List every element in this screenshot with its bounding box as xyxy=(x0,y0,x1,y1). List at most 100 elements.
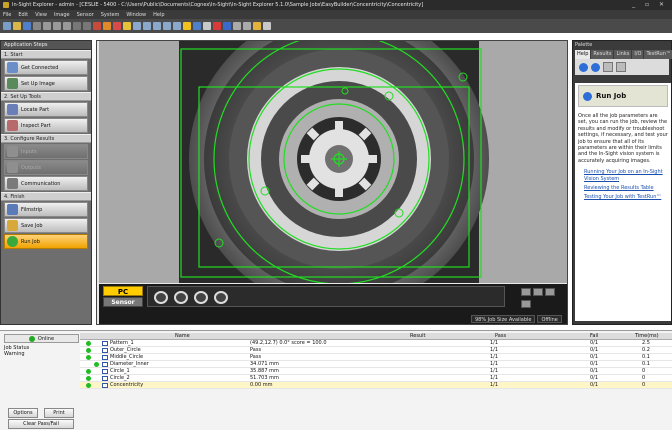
table-row[interactable]: Circle_2 51.703 mm 1/1 0/1 0 xyxy=(80,375,672,382)
table-row[interactable]: Concentricity 0.00 mm 1/1 0/1 0 xyxy=(80,382,672,389)
step-inputs[interactable]: Inputs xyxy=(4,144,88,159)
circle-tool-icon xyxy=(102,355,108,360)
tab-help[interactable]: Help xyxy=(575,50,591,59)
circle-tool-icon xyxy=(102,348,108,353)
pass-led-icon xyxy=(86,383,91,388)
section-configure-results: 3. Configure Results xyxy=(1,134,91,143)
step-save-job[interactable]: Save Job xyxy=(4,218,88,233)
menu-help[interactable]: Help xyxy=(153,12,164,18)
pc-button[interactable]: PC xyxy=(103,286,143,296)
communication-icon xyxy=(7,178,18,189)
filmstrip-frame[interactable] xyxy=(154,291,168,304)
help-link-running-job[interactable]: Running Your Job on an In-Sight Vision S… xyxy=(584,169,668,182)
tab-links[interactable]: Links xyxy=(614,50,632,59)
forward-icon[interactable] xyxy=(591,62,600,72)
zoom-100-icon[interactable] xyxy=(173,22,181,30)
window-controls[interactable]: _ ▫ ✕ xyxy=(632,1,668,8)
filmstrip-pause-icon[interactable] xyxy=(533,288,543,296)
section-finish: 4. Finish xyxy=(1,192,91,201)
table-row[interactable]: Middle_Circle Pass 1/1 0/1 0.1 xyxy=(80,354,672,361)
home-icon[interactable] xyxy=(603,62,613,72)
new-icon[interactable] xyxy=(3,22,11,30)
redo-icon[interactable] xyxy=(83,22,91,30)
job-status: Job Status Warning xyxy=(4,345,74,357)
filmstrip-play-icon[interactable] xyxy=(521,288,531,296)
zoom-fill-icon[interactable] xyxy=(163,22,171,30)
menu-window[interactable]: Window xyxy=(126,12,146,18)
filmstrip-frame[interactable] xyxy=(194,291,208,304)
save-icon[interactable] xyxy=(23,22,31,30)
menu-image[interactable]: Image xyxy=(54,12,70,18)
print-icon[interactable] xyxy=(33,22,41,30)
step-inspect-part[interactable]: Inspect Part xyxy=(4,118,88,133)
filmstrip-frames[interactable] xyxy=(147,286,505,307)
open-icon[interactable] xyxy=(13,22,21,30)
palette-tabs: Help Results Links I/O TestRun™ xyxy=(575,50,672,59)
column-pass[interactable]: Pass xyxy=(495,333,585,340)
record-icon[interactable] xyxy=(113,22,121,30)
column-time[interactable]: Time(ms) xyxy=(635,333,665,340)
section-set-up-tools: 2. Set Up Tools xyxy=(1,92,91,101)
menu-sensor[interactable]: Sensor xyxy=(77,12,94,18)
tab-io[interactable]: I/O xyxy=(632,50,644,59)
online-icon[interactable] xyxy=(123,22,131,30)
filmstrip-frame[interactable] xyxy=(214,291,228,304)
zoom-out-icon[interactable] xyxy=(143,22,151,30)
pass-led-icon xyxy=(86,369,91,374)
online-button[interactable]: Online xyxy=(4,334,79,343)
tab-results[interactable]: Results xyxy=(591,50,614,59)
results-area: Online Job Status Warning Options Print … xyxy=(0,330,672,430)
graphics-icon[interactable] xyxy=(203,22,211,30)
column-name[interactable]: Name xyxy=(175,333,345,340)
spreadsheet-icon[interactable] xyxy=(243,22,251,30)
print-button[interactable]: Print xyxy=(44,408,74,418)
zoom-fit-icon[interactable] xyxy=(153,22,161,30)
step-communication[interactable]: Communication xyxy=(4,176,88,191)
step-get-connected[interactable]: Get Connected xyxy=(4,60,88,75)
menu-edit[interactable]: Edit xyxy=(18,12,28,18)
copy-icon[interactable] xyxy=(53,22,61,30)
table-row[interactable]: Circle_1 35.887 mm 1/1 0/1 0 xyxy=(80,368,672,375)
paste-icon[interactable] xyxy=(63,22,71,30)
image-viewer: PC Sensor 98% Job Size Available Offline xyxy=(96,40,568,325)
table-row[interactable]: Outer_Circle Pass 1/1 0/1 0.2 xyxy=(80,347,672,354)
table-row[interactable]: Pattern_1 (49.2,12.7) 0.0° score = 100.0… xyxy=(80,340,672,347)
undo-icon[interactable] xyxy=(73,22,81,30)
zoom-select-icon[interactable] xyxy=(183,22,191,30)
table-row[interactable]: Diameter_Inner 34.071 mm 1/1 0/1 0.1 xyxy=(80,361,672,368)
back-icon[interactable] xyxy=(579,62,588,72)
step-filmstrip[interactable]: Filmstrip xyxy=(4,202,88,217)
zoom-in-icon[interactable] xyxy=(133,22,141,30)
filmstrip-stop-icon[interactable] xyxy=(545,288,555,296)
display-icon[interactable] xyxy=(193,22,201,30)
step-outputs[interactable]: Outputs xyxy=(4,160,88,175)
sensor-button[interactable]: Sensor xyxy=(103,297,143,307)
menu-system[interactable]: System xyxy=(101,12,120,18)
menu-view[interactable]: View xyxy=(35,12,47,18)
grid-icon[interactable] xyxy=(233,22,241,30)
title-bar: In-Sight Explorer - admin - [CESLIE - 54… xyxy=(0,0,672,10)
filmstrip-icon[interactable] xyxy=(223,22,231,30)
step-run-job[interactable]: Run Job xyxy=(4,234,88,249)
tab-testrun[interactable]: TestRun™ xyxy=(644,50,672,59)
record-toggle-icon[interactable] xyxy=(213,22,221,30)
filmstrip-frame[interactable] xyxy=(174,291,188,304)
connection-status: Offline xyxy=(537,315,562,323)
inspection-image[interactable] xyxy=(99,41,567,283)
inspect-icon xyxy=(7,120,18,131)
help-link-testrun[interactable]: Testing Your Job with TestRun™ xyxy=(584,194,668,200)
help-link-reviewing-results[interactable]: Reviewing the Results Table xyxy=(584,185,668,191)
step-locate-part[interactable]: Locate Part xyxy=(4,102,88,117)
live-video-icon[interactable] xyxy=(103,22,111,30)
part-image xyxy=(99,41,567,283)
clear-pass-fail-button[interactable]: Clear Pass/Fail xyxy=(8,419,74,429)
filmstrip-record-icon[interactable] xyxy=(521,300,531,308)
menu-file[interactable]: File xyxy=(3,12,11,18)
step-set-up-image[interactable]: Set Up Image xyxy=(4,76,88,91)
user-icon[interactable] xyxy=(253,22,261,30)
options-button[interactable]: Options xyxy=(8,408,38,418)
trigger-icon[interactable] xyxy=(93,22,101,30)
cut-icon[interactable] xyxy=(43,22,51,30)
help-index-icon[interactable] xyxy=(616,62,626,72)
help-icon[interactable] xyxy=(263,22,271,30)
